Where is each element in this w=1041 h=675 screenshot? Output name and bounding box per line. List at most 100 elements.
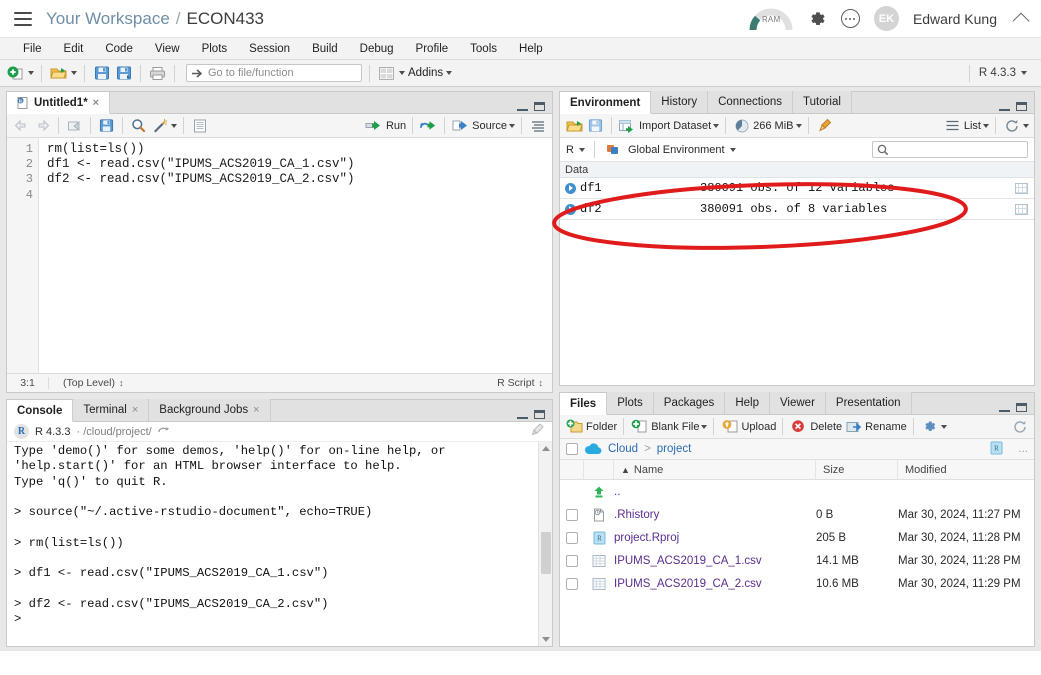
- goto-file-input[interactable]: Go to file/function: [186, 64, 362, 82]
- memory-usage-label[interactable]: 266 MiB: [753, 120, 793, 132]
- memory-dropdown-icon[interactable]: [795, 123, 802, 128]
- source-dropdown-icon[interactable]: [509, 123, 515, 128]
- environment-language-label[interactable]: R: [566, 144, 574, 156]
- run-button-label[interactable]: Run: [386, 120, 406, 132]
- menu-item-edit[interactable]: Edit: [53, 43, 95, 55]
- ram-gauge-icon[interactable]: RAM: [749, 6, 793, 32]
- rerun-icon[interactable]: [419, 116, 438, 135]
- user-name-label[interactable]: Edward Kung: [913, 11, 997, 27]
- environment-search-input[interactable]: [872, 141, 1028, 158]
- new-file-dropdown-icon[interactable]: [28, 71, 34, 75]
- save-icon[interactable]: [97, 116, 116, 135]
- upload-label[interactable]: Upload: [741, 421, 776, 433]
- refresh-files-icon[interactable]: [1010, 417, 1029, 436]
- menu-item-view[interactable]: View: [144, 43, 191, 55]
- view-dataframe-icon[interactable]: [1008, 182, 1034, 194]
- more-breadcrumb-label[interactable]: ...: [1018, 443, 1028, 455]
- print-icon[interactable]: [148, 64, 167, 83]
- compile-report-icon[interactable]: [190, 116, 209, 135]
- tab-environment[interactable]: Environment: [560, 92, 652, 114]
- maximize-icon[interactable]: [534, 102, 545, 111]
- expand-object-icon[interactable]: [560, 203, 580, 215]
- file-checkbox[interactable]: [566, 554, 578, 567]
- open-file-icon[interactable]: [49, 64, 68, 83]
- open-file-dropdown-icon[interactable]: [71, 71, 77, 75]
- maximize-icon[interactable]: [534, 410, 545, 419]
- r-version-dropdown-icon[interactable]: [1021, 71, 1027, 75]
- tab-packages[interactable]: Packages: [653, 392, 726, 414]
- menu-item-build[interactable]: Build: [301, 43, 349, 55]
- scope-selector[interactable]: (Top Level) ↕: [49, 377, 123, 389]
- file-checkbox[interactable]: [566, 508, 578, 521]
- code-tools-magic-wand-icon[interactable]: [150, 116, 169, 135]
- environment-scope-label[interactable]: Global Environment: [628, 144, 725, 156]
- source-button-label[interactable]: Source: [472, 120, 507, 132]
- minimize-icon[interactable]: [999, 403, 1010, 412]
- rename-icon[interactable]: [844, 417, 863, 436]
- menu-item-session[interactable]: Session: [238, 43, 301, 55]
- file-row[interactable]: R project.Rproj 205 B Mar 30, 2024, 11:2…: [560, 526, 1034, 549]
- forward-arrow-icon[interactable]: [33, 116, 52, 135]
- view-mode-label[interactable]: List: [964, 120, 981, 132]
- settings-dropdown-icon[interactable]: [940, 424, 947, 429]
- console-output[interactable]: Type 'demo()' for some demos, 'help()' f…: [7, 442, 552, 646]
- rproj-badge-icon[interactable]: R: [989, 441, 1004, 458]
- clear-console-icon[interactable]: [529, 422, 552, 441]
- minimize-icon[interactable]: [517, 410, 528, 419]
- editor-code-area[interactable]: rm(list=ls()) df1 <- read.csv("IPUMS_ACS…: [39, 138, 552, 373]
- blank-file-dropdown-icon[interactable]: [701, 424, 708, 429]
- file-row[interactable]: IPUMS_ACS2019_CA_1.csv 14.1 MB Mar 30, 2…: [560, 549, 1034, 572]
- file-row[interactable]: .Rhistory 0 B Mar 30, 2024, 11:27 PM: [560, 503, 1034, 526]
- environment-row-df2[interactable]: df2 380091 obs. of 8 variables: [560, 199, 1034, 220]
- tab-viewer[interactable]: Viewer: [769, 392, 826, 414]
- tab-tutorial[interactable]: Tutorial: [793, 91, 852, 113]
- file-checkbox[interactable]: [566, 577, 578, 590]
- import-dataset-dropdown-icon[interactable]: [713, 123, 720, 128]
- import-dataset-icon[interactable]: [618, 116, 637, 135]
- menu-item-tools[interactable]: Tools: [459, 43, 508, 55]
- file-checkbox[interactable]: [566, 531, 578, 544]
- file-row[interactable]: IPUMS_ACS2019_CA_2.csv 10.6 MB Mar 30, 2…: [560, 572, 1034, 595]
- source-tab-untitled1[interactable]: R Untitled1* ×: [7, 92, 111, 114]
- tab-help[interactable]: Help: [725, 392, 770, 414]
- upload-icon[interactable]: [720, 417, 739, 436]
- close-icon[interactable]: ×: [253, 404, 259, 416]
- tab-console[interactable]: Console: [7, 400, 74, 422]
- rename-label[interactable]: Rename: [865, 421, 907, 433]
- tab-history[interactable]: History: [651, 91, 709, 113]
- close-icon[interactable]: ×: [93, 97, 99, 109]
- file-name[interactable]: project.Rproj: [614, 532, 679, 544]
- list-view-icon[interactable]: [943, 116, 962, 135]
- scrollbar-thumb[interactable]: [541, 532, 551, 574]
- search-icon[interactable]: [129, 116, 148, 135]
- code-tools-dropdown-icon[interactable]: [171, 123, 177, 128]
- file-row-parent[interactable]: ..: [560, 480, 1034, 503]
- files-col-modified[interactable]: Modified: [898, 460, 1034, 479]
- files-col-name[interactable]: ▲ Name: [614, 460, 816, 479]
- tab-connections[interactable]: Connections: [708, 91, 794, 113]
- breadcrumb-workspace[interactable]: Your Workspace: [46, 9, 170, 29]
- r-version-selector[interactable]: R 4.3.3: [965, 64, 1035, 82]
- file-name[interactable]: IPUMS_ACS2019_CA_1.csv: [614, 555, 762, 567]
- console-scrollbar[interactable]: [538, 442, 552, 646]
- hamburger-menu-icon[interactable]: [14, 11, 32, 26]
- breadcrumb-cloud[interactable]: Cloud: [608, 443, 638, 455]
- menu-item-code[interactable]: Code: [94, 43, 144, 55]
- save-workspace-icon[interactable]: [586, 116, 605, 135]
- addins-button[interactable]: Addins: [408, 67, 443, 79]
- files-col-size[interactable]: Size: [816, 460, 898, 479]
- blank-file-label[interactable]: Blank File: [651, 421, 699, 433]
- environment-row-df1[interactable]: df1 380091 obs. of 12 variables: [560, 178, 1034, 199]
- file-name[interactable]: .Rhistory: [614, 509, 659, 521]
- gear-icon[interactable]: [807, 9, 827, 29]
- delete-icon[interactable]: [789, 417, 808, 436]
- scope-dropdown-icon[interactable]: [729, 147, 736, 152]
- more-settings-gear-icon[interactable]: [920, 417, 939, 436]
- code-editor[interactable]: 1 2 3 4 rm(list=ls()) df1 <- read.csv("I…: [7, 138, 552, 373]
- file-name[interactable]: IPUMS_ACS2019_CA_2.csv: [614, 578, 762, 590]
- file-name[interactable]: ..: [614, 486, 620, 498]
- pane-layout-dropdown-icon[interactable]: [399, 71, 405, 75]
- tab-files[interactable]: Files: [560, 393, 608, 415]
- close-icon[interactable]: ×: [132, 404, 138, 416]
- minimize-icon[interactable]: [999, 102, 1010, 111]
